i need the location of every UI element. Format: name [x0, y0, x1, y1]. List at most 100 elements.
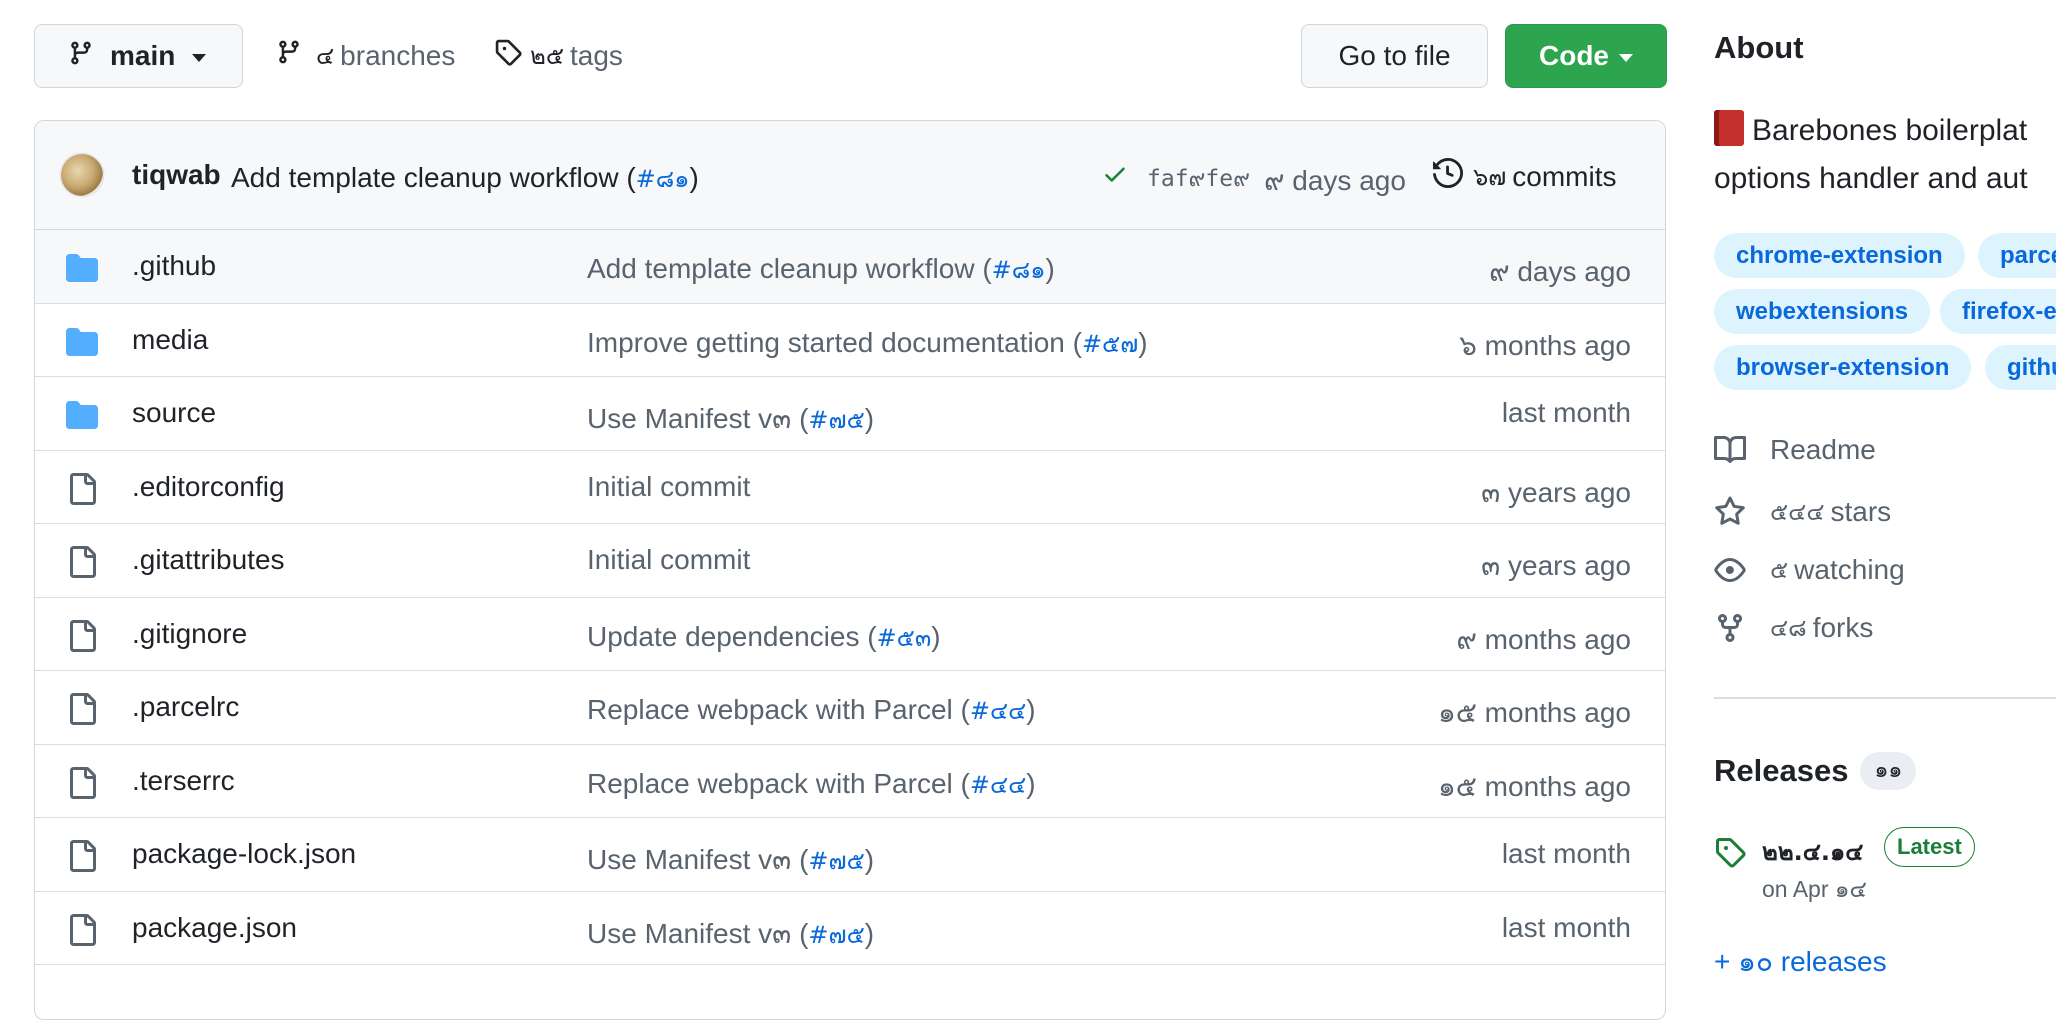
- file-commit-age: last month: [1501, 397, 1631, 428]
- file-commit-pr-link[interactable]: #๗๕: [808, 847, 864, 875]
- file-commit-message[interactable]: Initial commit: [587, 544, 750, 576]
- forks-link[interactable]: ๔๘ forks: [1714, 608, 1873, 647]
- star-icon: [1714, 496, 1746, 528]
- file-commit-pr-link[interactable]: #๔๔: [970, 771, 1026, 799]
- file-name-link[interactable]: .parcelrc: [132, 691, 239, 723]
- topic-tag[interactable]: webextensions: [1714, 289, 1931, 334]
- table-row[interactable]: .terserrc Replace webpack with Parcel (#๔…: [35, 745, 1665, 818]
- file-name-link[interactable]: .editorconfig: [132, 471, 285, 503]
- file-commit-text[interactable]: Improve getting started documentation (: [587, 327, 1082, 358]
- book-icon: [1714, 434, 1746, 466]
- file-commit-text[interactable]: Add template cleanup workflow (: [587, 253, 992, 284]
- topic-tag[interactable]: browser-extension: [1714, 345, 1972, 390]
- file-commit-text[interactable]: Replace webpack with Parcel (: [587, 694, 970, 725]
- readme-label: Readme: [1770, 434, 1876, 465]
- file-icon: [66, 766, 98, 804]
- file-commit-message[interactable]: Replace webpack with Parcel (#๔๔): [587, 691, 1036, 730]
- commits-label: commits: [1512, 160, 1617, 192]
- topic-tag[interactable]: parce: [1978, 233, 2056, 278]
- topic-tag[interactable]: githu: [1985, 345, 2056, 390]
- file-icon: [66, 546, 98, 583]
- commit-pr-link[interactable]: #๘๑: [636, 165, 690, 193]
- check-icon[interactable]: [1102, 159, 1128, 194]
- table-row[interactable]: .gitattributes Initial commit ๓ years ago: [35, 524, 1665, 598]
- file-commit-age: ๓ years ago: [1481, 550, 1631, 581]
- latest-release-version[interactable]: ๒๒.๔.๑๔: [1762, 832, 1863, 871]
- latest-commit-bar: tiqwab Add template cleanup workflow (#๘…: [35, 121, 1665, 230]
- commit-message-text[interactable]: Add template cleanup workflow (: [231, 162, 636, 193]
- file-browser: main ๔ branches ๒๕ tags Go to file Code …: [34, 0, 1667, 1020]
- file-commit-pr-link[interactable]: #๘๑: [992, 256, 1046, 284]
- stars-link[interactable]: ๕๔๔ stars: [1714, 492, 1891, 531]
- file-commit-message[interactable]: Use Manifest v๓ (#๗๕): [587, 912, 874, 956]
- file-name-link[interactable]: source: [132, 397, 216, 429]
- branch-name: main: [110, 40, 176, 71]
- file-commit-age: last month: [1501, 838, 1631, 869]
- branches-count: ๔: [316, 42, 335, 70]
- file-commit-text[interactable]: Use Manifest v๓ (: [587, 844, 808, 875]
- table-row[interactable]: media Improve getting started documentati…: [35, 304, 1665, 377]
- file-commit-pr-link[interactable]: #๔๔: [970, 697, 1026, 725]
- file-name-link[interactable]: .terserrc: [132, 765, 235, 797]
- tags-link[interactable]: ๒๕ tags: [494, 36, 623, 75]
- go-to-file-button[interactable]: Go to file: [1301, 24, 1488, 88]
- repo-toolbar: main ๔ branches ๒๕ tags Go to file Code: [34, 0, 1667, 120]
- file-name-link[interactable]: .gitattributes: [132, 544, 285, 576]
- table-row[interactable]: .github Add template cleanup workflow (#๘…: [35, 230, 1665, 304]
- branch-select-button[interactable]: main: [34, 24, 243, 88]
- chevron-down-icon: [192, 53, 207, 62]
- tag-icon: [494, 37, 522, 74]
- file-commit-message[interactable]: Replace webpack with Parcel (#๔๔): [587, 765, 1036, 804]
- table-row[interactable]: .parcelrc Replace webpack with Parcel (#๔…: [35, 671, 1665, 745]
- file-commit-text[interactable]: Use Manifest v๓ (: [587, 918, 808, 949]
- file-commit-message[interactable]: Update dependencies (#๕๓): [587, 618, 941, 657]
- file-commit-message[interactable]: Use Manifest v๓ (#๗๕): [587, 397, 874, 441]
- readme-link[interactable]: Readme: [1714, 434, 1876, 466]
- file-commit-age: last month: [1501, 911, 1631, 943]
- latest-badge: Latest: [1884, 827, 1975, 867]
- file-commit-message[interactable]: Use Manifest v๓ (#๗๕): [587, 838, 874, 882]
- file-commit-text[interactable]: Replace webpack with Parcel (: [587, 768, 970, 799]
- avatar[interactable]: [61, 154, 103, 196]
- table-row[interactable]: package-lock.json Use Manifest v๓ (#๗๕) la…: [35, 818, 1665, 892]
- table-row[interactable]: .editorconfig Initial commit ๓ years ago: [35, 451, 1665, 524]
- file-commit-end: ): [864, 844, 875, 875]
- file-commit-message[interactable]: Add template cleanup workflow (#๘๑): [587, 250, 1055, 289]
- commit-sha[interactable]: faf๙fe๙: [1147, 161, 1250, 197]
- commit-message[interactable]: Add template cleanup workflow (#๘๑): [231, 159, 699, 198]
- file-commit-text[interactable]: Initial commit: [587, 544, 750, 575]
- watching-label: watching: [1794, 553, 1905, 585]
- file-commit-text[interactable]: Use Manifest v๓ (: [587, 403, 808, 434]
- table-row[interactable]: .gitignore Update dependencies (#๕๓) ๙ mon…: [35, 598, 1665, 671]
- stars-label: stars: [1830, 495, 1892, 527]
- file-commit-pr-link[interactable]: #๕๓: [877, 624, 932, 652]
- file-name-link[interactable]: package.json: [132, 912, 297, 944]
- file-icon: [66, 693, 98, 730]
- file-commit-end: ): [1045, 253, 1055, 284]
- red-book-icon: [1714, 110, 1744, 146]
- file-commit-message[interactable]: Initial commit: [587, 471, 750, 503]
- file-commit-text[interactable]: Initial commit: [587, 471, 750, 502]
- fork-icon: [1714, 612, 1746, 644]
- topic-tag[interactable]: firefox-e: [1940, 289, 2056, 334]
- releases-heading[interactable]: Releases ๑๑: [1714, 752, 1917, 790]
- file-name-link[interactable]: .github: [132, 250, 216, 282]
- file-name-link[interactable]: .gitignore: [132, 618, 247, 650]
- file-commit-pr-link[interactable]: #๗๕: [808, 921, 864, 949]
- topic-tag[interactable]: chrome-extension: [1714, 233, 1965, 278]
- branches-link[interactable]: ๔ branches: [276, 36, 455, 75]
- file-commit-pr-link[interactable]: #๕๗: [1082, 330, 1138, 358]
- table-row[interactable]: source Use Manifest v๓ (#๗๕) last month: [35, 377, 1665, 451]
- file-commit-message[interactable]: Improve getting started documentation (#…: [587, 324, 1148, 363]
- file-commit-pr-link[interactable]: #๗๕: [808, 406, 864, 434]
- code-button[interactable]: Code: [1505, 24, 1667, 88]
- commit-author[interactable]: tiqwab: [132, 159, 221, 191]
- table-row[interactable]: package.json Use Manifest v๓ (#๗๕) last mo…: [35, 892, 1665, 965]
- file-commit-text[interactable]: Update dependencies (: [587, 621, 877, 652]
- commits-link[interactable]: ๖๗ commits: [1433, 157, 1617, 196]
- watching-link[interactable]: ๕ watching: [1714, 550, 1905, 589]
- file-name-link[interactable]: package-lock.json: [132, 838, 356, 870]
- file-name-link[interactable]: media: [132, 324, 208, 356]
- file-commit-age: ๑๕ months ago: [1437, 770, 1631, 802]
- more-releases-link[interactable]: + ๑๐ releases: [1714, 940, 1887, 984]
